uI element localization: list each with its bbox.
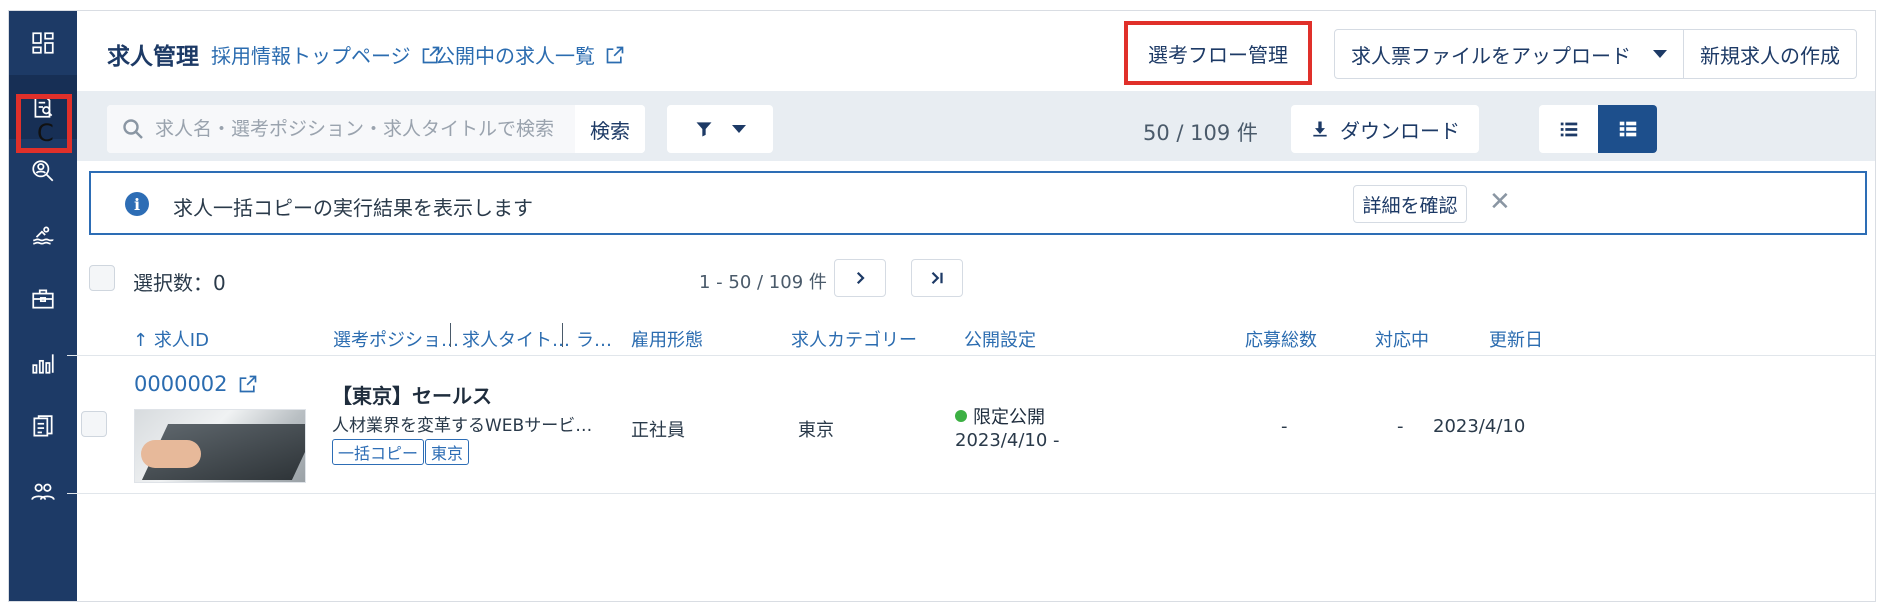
column-separator [450,323,451,347]
dashboard-icon [32,32,54,54]
recruit-top-link[interactable]: 採用情報トップページ [211,40,441,69]
users-icon [31,483,55,500]
download-button-label: ダウンロード [1340,118,1460,143]
download-icon [1313,121,1327,137]
column-category[interactable]: 求人カテゴリー [791,326,917,352]
caret-down-icon [1653,50,1667,58]
column-in-progress[interactable]: 対応中 [1375,326,1429,352]
search-box: 検索 [107,105,645,153]
job-id-link[interactable]: 0000002 [134,372,258,396]
external-link-icon [606,46,624,63]
public-jobs-link[interactable]: 公開中の求人一覧 [435,40,625,69]
job-title: 【東京】セールス [332,384,492,408]
last-page-icon [931,271,943,285]
bulk-copy-notice: i 求人一括コピーの実行結果を表示します 詳細を確認 ✕ [89,171,1867,235]
selected-count: 選択数：0 [133,271,226,295]
column-job-id[interactable]: ↑ 求人ID [133,326,209,352]
filter-button[interactable] [667,105,773,153]
recruit-top-link-label: 採用情報トップページ [211,44,411,68]
header-button-group: 求人票ファイルをアップロード 新規求人の作成 [1334,29,1857,79]
close-icon[interactable]: ✕ [1489,187,1511,217]
job-category: 東京 [798,420,834,441]
list-icon [1560,122,1577,137]
status-dot [955,410,967,422]
upload-job-file-label: 求人票ファイルをアップロード [1351,43,1631,68]
column-publish-setting[interactable]: 公開設定 [964,326,1036,352]
column-applications[interactable]: 応募総数 [1245,326,1317,352]
filter-icon [696,122,712,137]
publish-status-label: 限定公開 [973,407,1045,428]
column-job-title[interactable]: 求人タイト… [462,326,570,352]
document-list-icon [33,415,53,437]
thumbnail-hand [141,440,201,468]
last-page-button[interactable] [911,259,963,297]
column-separator [562,323,563,347]
page-title: 求人管理 [107,44,199,70]
row-checkbox[interactable] [81,411,107,437]
selection-flow-button[interactable]: 選考フロー管理 [1124,21,1312,85]
column-position[interactable]: 選考ポジショ… [333,326,459,352]
column-label[interactable]: ラ… [576,326,612,352]
column-employment-type[interactable]: 雇用形態 [631,326,703,352]
sidebar-item-users[interactable] [9,459,77,523]
candidate-search-icon [32,160,54,182]
job-subtitle: 人材業界を変革するWEBサービスの企画営業 [332,416,602,436]
download-button[interactable]: ダウンロード [1291,105,1479,153]
view-details-button[interactable]: 詳細を確認 [1353,185,1467,223]
tag-tokyo: 東京 [425,439,470,465]
header: 求人管理 採用情報トップページ 公開中の求人一覧 選考フロー管理 求人票ファイル… [77,11,1875,91]
briefcase-icon [32,289,54,309]
column-job-id-label: 求人ID [153,330,209,351]
caret-down-icon [732,125,746,133]
column-updated[interactable]: 更新日 [1489,326,1543,352]
job-thumbnail [134,409,306,483]
search-input-wrap [107,105,575,153]
list-view-button[interactable] [1539,105,1598,153]
sidebar-item-documents[interactable] [9,395,77,459]
info-icon: i [125,192,149,216]
upload-job-file-button[interactable]: 求人票ファイルをアップロード [1335,30,1683,78]
sidebar-item-dashboard[interactable] [9,11,77,75]
toolbar: 検索 50 / 109 件 ダウンロード [77,91,1875,161]
new-job-button[interactable]: 新規求人の作成 [1683,30,1856,78]
result-count: 50 / 109 件 [1143,121,1258,145]
row-divider [67,493,1875,494]
view-toggle [1539,105,1657,153]
search-icon [123,119,143,139]
bar-chart-icon [32,354,54,374]
pagination-range: 1 - 50 / 109 件 [699,272,827,293]
chevron-right-icon [856,271,865,285]
sidebar-item-activity[interactable] [9,203,77,267]
job-id-text: 0000002 [134,372,228,396]
employment-type: 正社員 [631,420,685,441]
updated-date: 2023/4/10 [1433,416,1526,437]
publish-status: 限定公開 [955,403,1045,429]
next-page-button[interactable] [834,259,886,297]
table-view-button[interactable] [1598,105,1657,153]
search-input[interactable] [155,118,575,140]
publish-period: 2023/4/10 - [955,430,1060,451]
search-button[interactable]: 検索 [575,105,645,153]
in-progress-count: - [1397,416,1404,437]
tag-bulk-copy: 一括コピー [332,439,425,465]
external-link-icon [239,375,256,393]
sidebar-item-briefcase[interactable] [9,267,77,331]
cursor-label: C [37,119,54,147]
sidebar-item-reports[interactable] [9,331,77,395]
notice-message: 求人一括コピーの実行結果を表示します [173,196,533,220]
swimmer-icon [33,226,54,245]
table-header-divider [67,355,1875,356]
public-jobs-link-label: 公開中の求人一覧 [435,44,595,68]
select-all-checkbox[interactable] [89,265,115,291]
app-frame: C 求人管理 採用情報トップページ 公開中の求人一覧 選考フロー管理 求人票ファ… [8,10,1876,602]
table-icon [1619,121,1636,137]
applications-count: - [1281,416,1288,437]
